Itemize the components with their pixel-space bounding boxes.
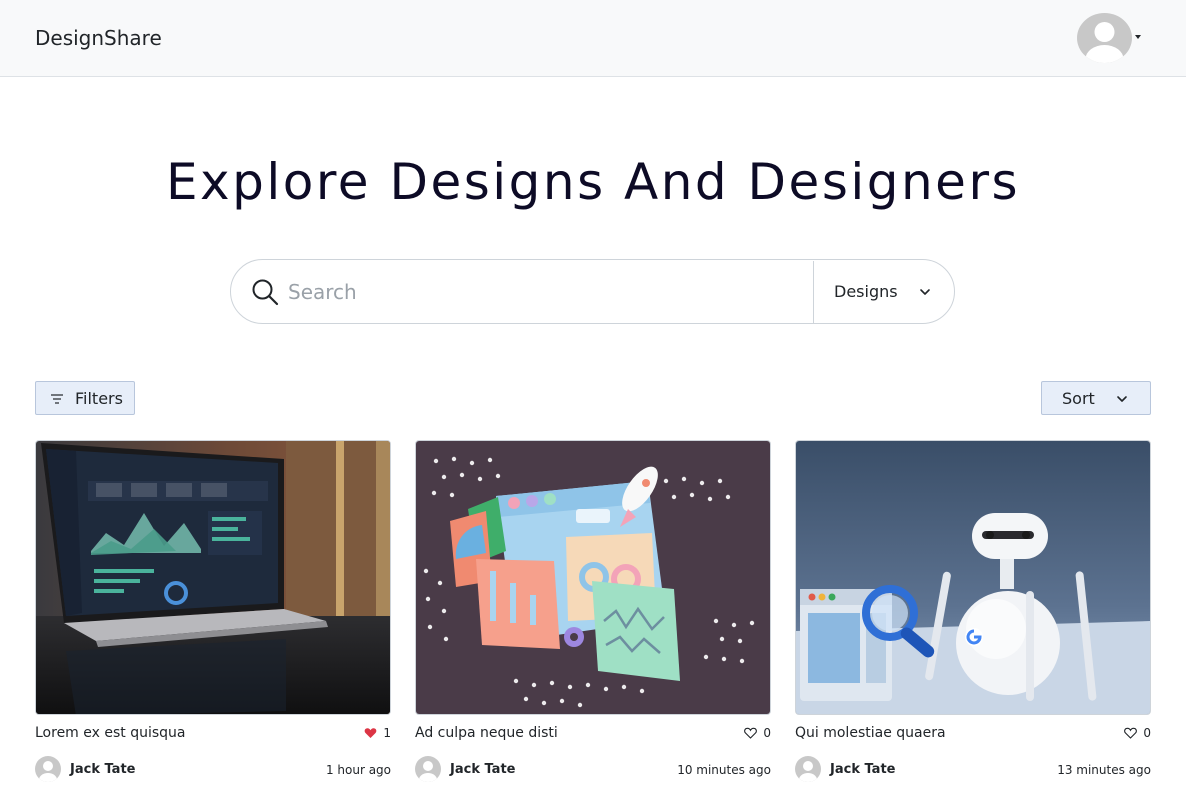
chevron-down-icon <box>1117 396 1127 402</box>
page-title: Explore Designs And Designers <box>165 153 1021 211</box>
author-name[interactable]: Jack Tate <box>450 762 515 778</box>
like-button[interactable]: 1 <box>364 725 391 741</box>
author-name[interactable]: Jack Tate <box>70 762 135 778</box>
filters-label: Filters <box>75 389 123 408</box>
post-time: 13 minutes ago <box>1057 763 1151 777</box>
post-time: 1 hour ago <box>325 763 391 777</box>
author-avatar-icon[interactable] <box>35 756 61 782</box>
like-count: 0 <box>1143 726 1151 740</box>
heart-filled-icon <box>365 728 377 738</box>
search-icon <box>252 279 279 306</box>
design-title[interactable]: Lorem ex est quisqua <box>35 724 186 742</box>
author-avatar-icon[interactable] <box>415 756 441 782</box>
robot-magnifier-image <box>796 441 1150 714</box>
filter-icon <box>51 394 63 404</box>
like-count: 0 <box>763 726 771 740</box>
sort-label: Sort <box>1062 389 1095 408</box>
search-bar: Designs <box>230 259 955 324</box>
design-card: Ad culpa neque disti 0 Jack Tate 10 minu… <box>415 440 771 785</box>
heart-outline-icon <box>1124 727 1138 739</box>
design-thumbnail[interactable] <box>415 440 771 715</box>
chevron-down-icon <box>920 289 930 295</box>
design-thumbnail[interactable] <box>795 440 1151 715</box>
author-avatar-icon[interactable] <box>795 756 821 782</box>
seo-illustration-image <box>416 441 770 714</box>
like-count: 1 <box>383 726 391 740</box>
search-input[interactable] <box>288 270 808 314</box>
design-thumbnail[interactable] <box>35 440 391 715</box>
navbar: DesignShare <box>0 0 1186 77</box>
design-card: Lorem ex est quisqua 1 Jack Tate 1 hour … <box>35 440 391 785</box>
design-title[interactable]: Qui molestiae quaera <box>795 724 946 742</box>
design-card: Qui molestiae quaera 0 Jack Tate 13 minu… <box>795 440 1151 785</box>
brand-logo[interactable]: DesignShare <box>35 26 162 50</box>
like-button[interactable]: 0 <box>1124 725 1151 741</box>
caret-down-icon <box>1135 35 1141 39</box>
like-button[interactable]: 0 <box>744 725 771 741</box>
heart-outline-icon <box>744 727 758 739</box>
user-avatar-icon <box>1077 13 1132 63</box>
user-menu-toggle[interactable] <box>1077 13 1143 63</box>
search-type-select[interactable]: Designs <box>814 260 954 323</box>
search-type-value: Designs <box>834 282 898 301</box>
laptop-analytics-image <box>36 441 390 714</box>
design-title[interactable]: Ad culpa neque disti <box>415 724 558 742</box>
sort-button[interactable]: Sort <box>1041 381 1151 415</box>
author-name[interactable]: Jack Tate <box>830 762 895 778</box>
post-time: 10 minutes ago <box>677 763 771 777</box>
filters-button[interactable]: Filters <box>35 381 135 415</box>
